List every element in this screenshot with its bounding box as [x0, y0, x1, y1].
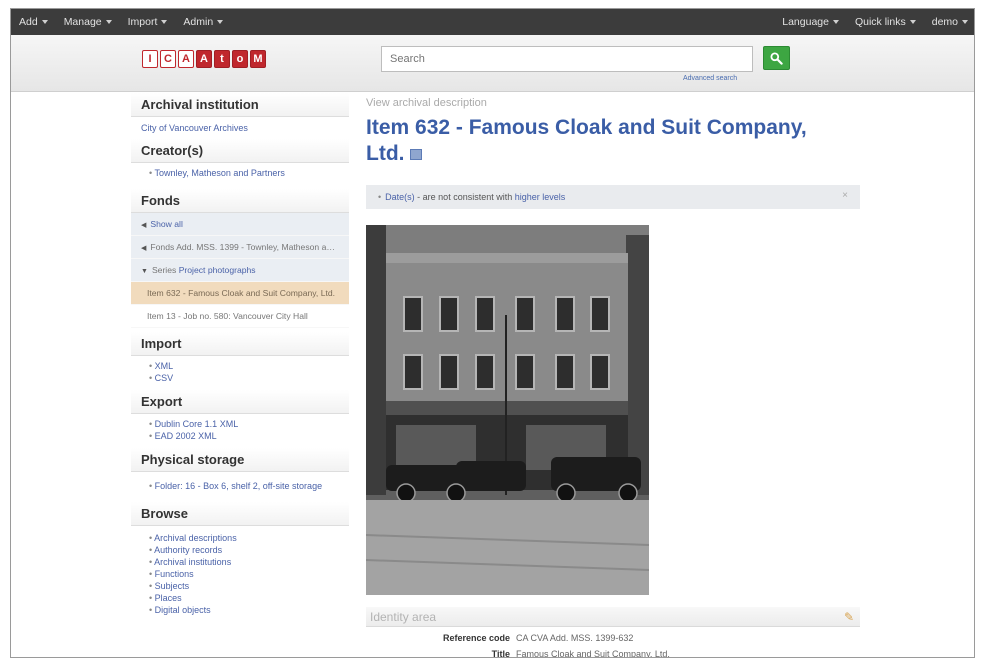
import-csv-link[interactable]: CSV [149, 372, 349, 384]
site-header: I C A A t o M Advanced search [11, 35, 974, 92]
browser-viewport: Add Manage Import Admin Language Quick l… [10, 8, 975, 658]
institution-link[interactable]: City of Vancouver Archives [131, 117, 349, 139]
creators-list: Townley, Matheson and Partners [131, 163, 349, 185]
creator-link[interactable]: Townley, Matheson and Partners [149, 167, 349, 179]
triangle-left-icon: ◀ [141, 222, 147, 229]
book-icon [410, 148, 423, 160]
field-label: Title [491, 649, 510, 658]
menu-quick-links[interactable]: Quick links [855, 16, 916, 28]
search-input[interactable] [381, 46, 753, 72]
browse-authority-records[interactable]: Authority records [149, 544, 349, 556]
field-label: Reference code [442, 633, 510, 643]
field-reference-code: Reference code CA CVA Add. MSS. 1399-632 [366, 633, 866, 643]
menu-add[interactable]: Add [19, 16, 48, 28]
edit-pencil-icon[interactable]: ✎ [844, 610, 854, 624]
higher-levels-link[interactable]: higher levels [515, 192, 566, 202]
tree-series[interactable]: ▼ Series Project photographs [131, 259, 349, 282]
caret-down-icon [41, 20, 48, 24]
logo-letter: t [214, 50, 230, 68]
export-ead-link[interactable]: EAD 2002 XML [149, 430, 349, 442]
storage-list: Folder: 16 - Box 6, shelf 2, off-site st… [131, 472, 349, 502]
browse-archival-institutions[interactable]: Archival institutions [149, 556, 349, 568]
caret-down-icon [832, 20, 839, 24]
close-icon[interactable]: × [842, 190, 848, 201]
logo-letter: C [160, 50, 176, 68]
menu-language[interactable]: Language [782, 16, 839, 28]
fonds-heading: Fonds [131, 189, 349, 213]
triangle-down-icon: ▼ [141, 268, 148, 275]
right-menus: Language Quick links demo [782, 16, 968, 28]
storage-location-link[interactable]: Folder: 16 - Box 6, shelf 2, off-site st… [149, 480, 349, 492]
import-list: XML CSV [131, 356, 349, 390]
tree-item-active[interactable]: Item 632 - Famous Cloak and Suit Company… [131, 282, 349, 305]
field-title: Title Famous Cloak and Suit Company, Ltd… [366, 649, 866, 658]
left-menus: Add Manage Import Admin [19, 16, 224, 28]
ica-atom-logo[interactable]: I C A A t o M [142, 50, 266, 68]
menu-admin[interactable]: Admin [183, 16, 224, 28]
menu-user[interactable]: demo [932, 16, 968, 28]
field-value: CA CVA Add. MSS. 1399-632 [516, 633, 634, 643]
caret-down-icon [909, 20, 916, 24]
browse-subjects[interactable]: Subjects [149, 580, 349, 592]
export-heading: Export [131, 390, 349, 414]
logo-letter: M [250, 50, 266, 68]
caret-down-icon [962, 20, 968, 24]
creators-heading: Creator(s) [131, 139, 349, 163]
export-dc-link[interactable]: Dublin Core 1.1 XML [149, 418, 349, 430]
import-xml-link[interactable]: XML [149, 360, 349, 372]
triangle-left-icon: ◀ [141, 245, 147, 252]
tree-item[interactable]: Item 13 - Job no. 580: Vancouver City Ha… [131, 305, 349, 328]
browse-archival-descriptions[interactable]: Archival descriptions [149, 532, 349, 544]
inconsistency-notice: • Date(s) - are not consistent with high… [366, 185, 860, 209]
search-button[interactable] [763, 46, 790, 70]
institution-heading: Archival institution [131, 93, 349, 117]
import-heading: Import [131, 332, 349, 356]
digital-object-photo[interactable] [366, 225, 649, 595]
admin-menu-bar: Add Manage Import Admin Language Quick l… [11, 9, 974, 35]
browse-heading: Browse [131, 502, 349, 526]
physical-storage-heading: Physical storage [131, 448, 349, 472]
search-icon [770, 52, 783, 65]
view-label: View archival description [366, 97, 487, 109]
caret-down-icon [217, 20, 224, 24]
browse-functions[interactable]: Functions [149, 568, 349, 580]
browse-places[interactable]: Places [149, 592, 349, 604]
logo-letter: I [142, 50, 158, 68]
logo-letter: A [196, 50, 212, 68]
logo-letter: A [178, 50, 194, 68]
export-list: Dublin Core 1.1 XML EAD 2002 XML [131, 414, 349, 448]
identity-area-heading: Identity area ✎ [366, 607, 860, 627]
main-content: View archival description Item 632 - Fam… [366, 97, 866, 658]
dates-link[interactable]: Date(s) [385, 192, 415, 202]
logo-letter: o [232, 50, 248, 68]
browse-digital-objects[interactable]: Digital objects [149, 604, 349, 616]
field-value: Famous Cloak and Suit Company, Ltd. [516, 649, 670, 658]
advanced-search-link[interactable]: Advanced search [683, 75, 737, 82]
treeview: ◀ Show all ◀ Fonds Add. MSS. 1399 - Townle… [131, 213, 349, 328]
tree-fonds[interactable]: ◀ Fonds Add. MSS. 1399 - Townley, Matheso… [131, 236, 349, 259]
menu-import[interactable]: Import [128, 16, 168, 28]
caret-down-icon [161, 20, 168, 24]
tree-show-all[interactable]: ◀ Show all [131, 213, 349, 236]
menu-manage[interactable]: Manage [64, 16, 112, 28]
building-photo-image [366, 225, 649, 595]
caret-down-icon [105, 20, 112, 24]
page-title: Item 632 - Famous Cloak and Suit Company… [366, 116, 807, 165]
context-sidebar: Archival institution City of Vancouver A… [131, 93, 349, 622]
browse-list: Archival descriptions Authority records … [131, 526, 349, 622]
